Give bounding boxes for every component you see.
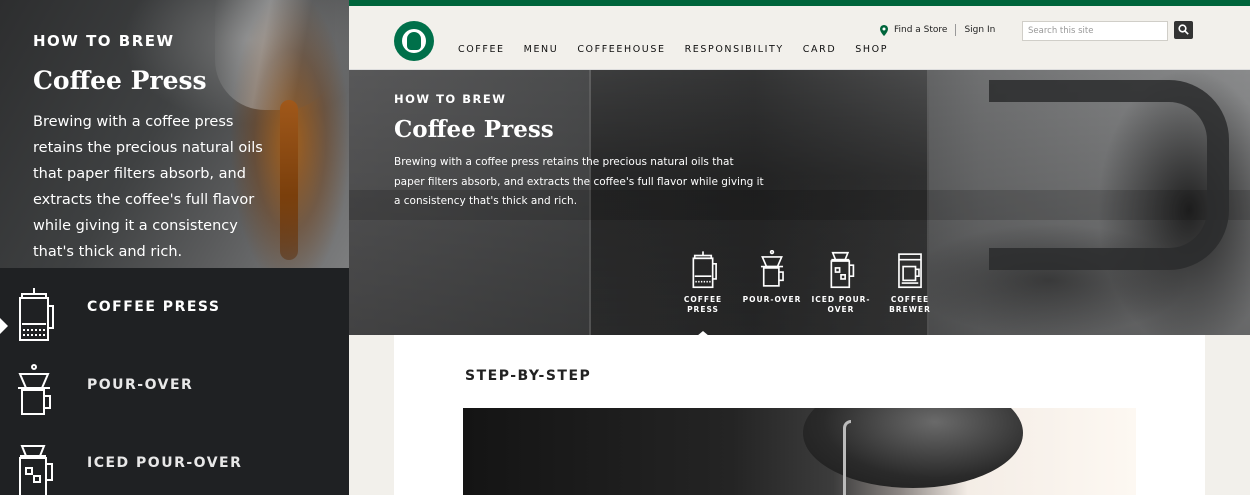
location-pin-icon — [880, 24, 888, 36]
left-menu-label: COFFEE PRESS — [87, 299, 221, 315]
hero-description: Brewing with a coffee press retains the … — [394, 156, 764, 207]
left-menu-label: POUR-OVER — [87, 377, 194, 393]
method-coffee-press[interactable]: COFFEE PRESS — [672, 250, 734, 335]
method-label: COFFEE — [890, 295, 930, 304]
left-menu-item-coffee-press[interactable]: COFFEE PRESS — [0, 268, 349, 346]
nav-coffee[interactable]: COFFEE — [458, 44, 505, 55]
pour-over-icon — [18, 364, 51, 415]
left-method-menu: COFFEE PRESS POUR-OVER ICED POUR-OVER — [0, 268, 349, 495]
hero-title: Coffee Press — [394, 116, 554, 143]
section-title: STEP-BY-STEP — [465, 368, 592, 384]
search-input[interactable]: Search this site — [1022, 21, 1168, 41]
site-header: COFFEE MENU COFFEEHOUSE RESPONSIBILITY C… — [349, 6, 1250, 70]
content-card: STEP-BY-STEP — [394, 335, 1205, 495]
hero-kicker: HOW TO BREW — [394, 92, 507, 106]
search-button[interactable] — [1174, 21, 1193, 39]
search-icon — [1178, 24, 1189, 35]
left-menu-item-pour-over[interactable]: POUR-OVER — [0, 346, 349, 424]
find-store-link[interactable]: Find a Store — [894, 25, 947, 35]
hero-banner: HOW TO BREW Coffee Press Brewing with a … — [349, 70, 1250, 335]
method-label: PRESS — [687, 305, 719, 314]
method-pour-over[interactable]: POUR-OVER — [741, 250, 803, 315]
starbucks-logo[interactable] — [394, 21, 434, 61]
utility-links: Find a Store Sign In — [880, 24, 995, 36]
left-menu-item-iced-pour-over[interactable]: ICED POUR-OVER — [0, 424, 349, 495]
main-nav: COFFEE MENU COFFEEHOUSE RESPONSIBILITY C… — [458, 44, 888, 55]
method-iced-pour-over[interactable]: ICED POUR- OVER — [810, 250, 872, 315]
left-description: Brewing with a coffee press retains the … — [33, 114, 263, 260]
mobile-panel: HOW TO BREW Coffee Press Brewing with a … — [0, 0, 349, 495]
method-label: COFFEE — [683, 295, 723, 304]
nav-card[interactable]: CARD — [803, 44, 836, 55]
left-menu-label: ICED POUR-OVER — [87, 455, 243, 471]
nav-shop[interactable]: SHOP — [855, 44, 888, 55]
coffee-brewer-icon — [898, 253, 922, 289]
method-label: ICED POUR- — [811, 295, 871, 304]
method-label: BREWER — [889, 305, 931, 314]
brew-method-selector: COFFEE PRESS POUR-OVER ICED POUR- OVER C… — [672, 250, 941, 335]
pour-over-icon — [760, 250, 784, 287]
hero-text: HOW TO BREW Coffee Press Brewing with a … — [394, 92, 774, 212]
desktop-page: COFFEE MENU COFFEEHOUSE RESPONSIBILITY C… — [349, 0, 1250, 495]
util-divider — [955, 24, 957, 36]
step-video[interactable] — [463, 408, 1136, 495]
nav-responsibility[interactable]: RESPONSIBILITY — [685, 44, 784, 55]
coffee-press-icon — [19, 288, 54, 341]
iced-pour-over-icon — [19, 445, 53, 495]
iced-pour-over-icon — [830, 251, 855, 289]
nav-menu[interactable]: MENU — [524, 44, 559, 55]
sign-in-link[interactable]: Sign In — [964, 25, 995, 35]
nav-coffeehouse[interactable]: COFFEEHOUSE — [577, 44, 665, 55]
method-label: OVER — [827, 305, 855, 314]
active-arrow-icon — [0, 318, 8, 334]
left-hero-text: HOW TO BREW Coffee Press Brewing with a … — [33, 32, 293, 265]
method-label: POUR-OVER — [742, 295, 802, 304]
left-kicker: HOW TO BREW — [33, 32, 175, 50]
method-coffee-brewer[interactable]: COFFEE BREWER — [879, 250, 941, 315]
left-title: Coffee Press — [33, 66, 207, 95]
coffee-press-icon — [692, 251, 717, 289]
